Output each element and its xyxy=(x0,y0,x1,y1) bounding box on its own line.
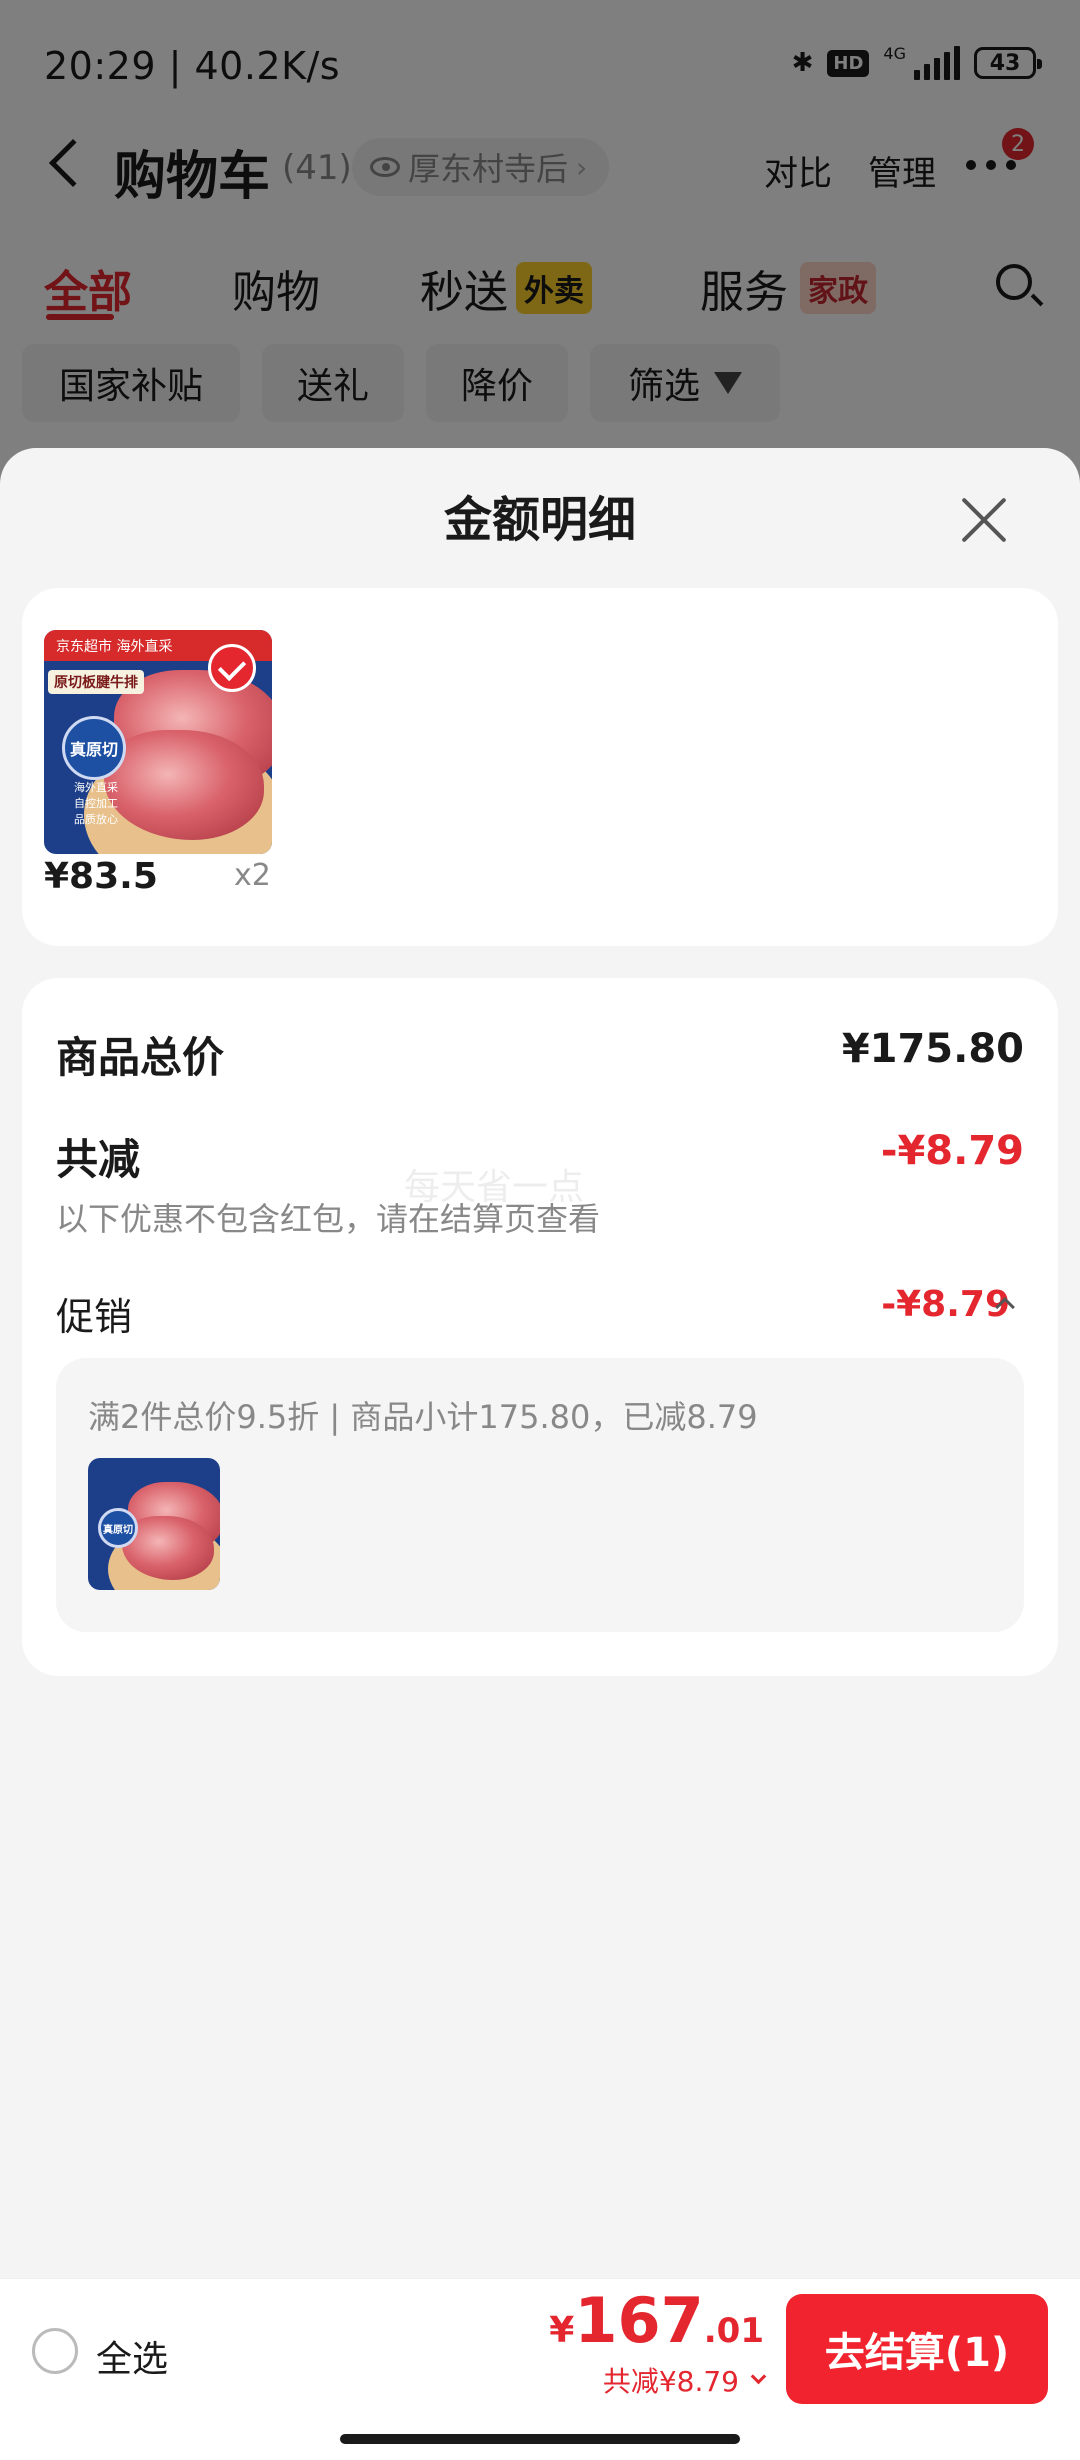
total-discount-text: 共减¥8.79 xyxy=(602,2365,739,2398)
promo-label: 促销 xyxy=(56,1295,133,1339)
checkout-button[interactable]: 去结算(1) xyxy=(786,2294,1048,2404)
total-price: ¥ 167 .01 xyxy=(549,2284,764,2357)
sheet-title: 金额明细 xyxy=(443,492,636,548)
total-currency: ¥ xyxy=(549,2310,575,2351)
promo-description: 满2件总价9.5折 | 商品小计175.80，已减8.79 xyxy=(88,1398,758,1436)
product-seal: 真原切 xyxy=(98,1508,138,1548)
total-value: ¥175.80 xyxy=(841,1026,1024,1072)
discount-label: 共减 xyxy=(56,1135,141,1184)
product-note: 海外直采 自控加工 品质放心 xyxy=(74,780,118,828)
total-discount[interactable]: 共减¥8.79 xyxy=(602,2360,767,2400)
discount-note: 以下优惠不包含红包，请在结算页查看 xyxy=(56,1200,601,1238)
product-seal: 真原切 xyxy=(62,716,126,780)
discount-value: -¥8.79 xyxy=(880,1128,1024,1174)
product-label: 原切板腱牛排 xyxy=(48,670,144,694)
radio-icon[interactable] xyxy=(32,2328,78,2374)
check-icon[interactable] xyxy=(208,644,256,692)
note-line: 海外直采 xyxy=(74,781,118,794)
chevron-down-icon xyxy=(750,2368,767,2384)
total-label: 商品总价 xyxy=(56,1033,225,1082)
promo-product-thumbnail: 真原切 xyxy=(88,1458,220,1590)
note-line: 品质放心 xyxy=(74,813,118,826)
total-integer: 167 xyxy=(574,2284,704,2357)
note-line: 自控加工 xyxy=(74,797,118,810)
select-all-label[interactable]: 全选 xyxy=(96,2330,168,2382)
home-indicator[interactable] xyxy=(340,2434,740,2444)
item-quantity: x2 xyxy=(234,858,271,893)
promo-value[interactable]: -¥8.79 xyxy=(881,1284,1010,1325)
total-decimal: .01 xyxy=(703,2311,764,2351)
close-icon[interactable] xyxy=(960,494,1008,542)
item-price: ¥83.5 xyxy=(44,856,158,897)
